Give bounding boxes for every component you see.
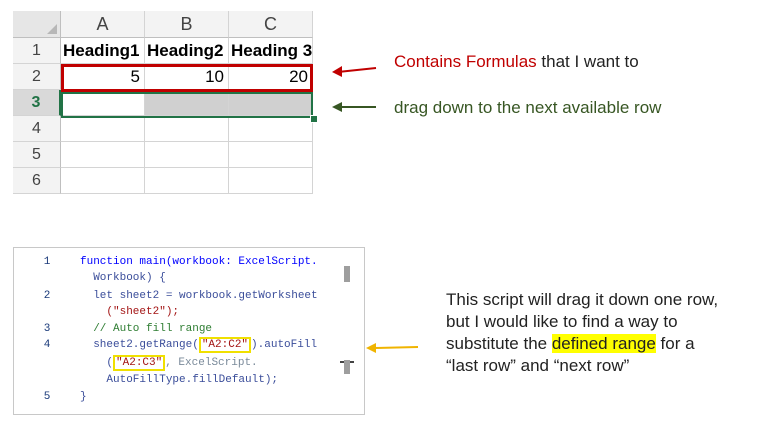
- range-a2c2-highlight: "A2:C2": [198, 337, 252, 353]
- code-text: }: [80, 391, 87, 403]
- line-number: 5: [43, 391, 51, 403]
- cell-a1[interactable]: Heading1: [61, 38, 145, 64]
- green-arrow-icon: [332, 102, 376, 112]
- formulas-note-rest: that I want to: [536, 52, 639, 71]
- explanation-line-2: but I would like to find a way to: [446, 312, 678, 331]
- explanation-line-4: “last row” and “next row”: [446, 356, 630, 375]
- select-all-triangle-icon: [47, 24, 57, 34]
- code-text-part: (: [80, 357, 114, 369]
- cell-a5[interactable]: [61, 142, 145, 168]
- select-all-corner[interactable]: [13, 11, 61, 38]
- row-header-1[interactable]: 1: [13, 38, 61, 64]
- code-text: Workbook) {: [80, 272, 166, 284]
- code-text: AutoFillType.fillDefault);: [80, 374, 279, 386]
- cell-a6[interactable]: [61, 168, 145, 194]
- line-number: 4: [43, 339, 51, 351]
- cell-b6[interactable]: [145, 168, 229, 194]
- cell-b1[interactable]: Heading2: [145, 38, 229, 64]
- code-string: ("sheet2");: [80, 306, 180, 318]
- code-text-content: function main(workbook: ExcelScript.: [80, 256, 318, 268]
- cell-a4[interactable]: [61, 116, 145, 142]
- cell-b4[interactable]: [145, 116, 229, 142]
- cell-c1[interactable]: Heading 3: [229, 38, 313, 64]
- scrollbar-thumb-lower[interactable]: [344, 360, 350, 374]
- script-explanation: This script will drag it down one row, b…: [446, 289, 718, 377]
- row-header-3[interactable]: 3: [13, 90, 61, 116]
- formulas-note: Contains Formulas that I want to: [394, 52, 639, 72]
- column-header-b[interactable]: B: [145, 11, 229, 38]
- explanation-line-1: This script will drag it down one row,: [446, 290, 719, 309]
- cell-c6[interactable]: [229, 168, 313, 194]
- orange-arrow-icon: [366, 343, 419, 353]
- code-editor[interactable]: 1 function main(workbook: ExcelScript. Wo…: [13, 247, 365, 415]
- formulas-note-red: Contains Formulas: [394, 52, 537, 71]
- explanation-line-3-pre: substitute the: [446, 334, 552, 353]
- cell-c5[interactable]: [229, 142, 313, 168]
- code-text-part: sheet2.getRange(: [80, 339, 199, 351]
- code-text: // Auto fill range: [80, 321, 212, 337]
- row-header-6[interactable]: 6: [13, 168, 61, 194]
- code-text: ("A2:C3", ExcelScript.: [80, 355, 258, 371]
- column-header-a[interactable]: A: [61, 11, 145, 38]
- formula-row-highlight: [61, 64, 313, 92]
- code-text: ("sheet2");: [80, 304, 179, 320]
- red-arrow-icon: [332, 66, 377, 77]
- row-header-5[interactable]: 5: [13, 142, 61, 168]
- code-text-part: ).autoFill: [251, 339, 318, 351]
- line-number: 3: [43, 323, 51, 335]
- code-comment: // Auto fill range: [80, 323, 213, 335]
- code-text: let sheet2 = workbook.getWorksheet: [80, 290, 318, 302]
- selected-range-border: [61, 92, 313, 118]
- code-text-part: , ExcelScript.: [165, 357, 258, 369]
- line-number: 1: [43, 256, 51, 268]
- cell-b5[interactable]: [145, 142, 229, 168]
- range-a2c3-highlight: "A2:C3": [113, 355, 166, 371]
- code-text: function main(workbook: ExcelScript.: [80, 254, 318, 270]
- scrollbar-thumb[interactable]: [344, 266, 350, 282]
- row-header-4[interactable]: 4: [13, 116, 61, 142]
- cell-c4[interactable]: [229, 116, 313, 142]
- drag-down-note: drag down to the next available row: [394, 98, 662, 117]
- line-number: 2: [43, 290, 51, 302]
- fill-handle[interactable]: [310, 115, 318, 123]
- explanation-line-3: substitute the defined range for a: [446, 333, 718, 355]
- explanation-line-3-post: for a: [655, 334, 695, 353]
- defined-range-highlight: defined range: [551, 334, 656, 353]
- row-header-2[interactable]: 2: [13, 64, 61, 90]
- column-header-c[interactable]: C: [229, 11, 313, 38]
- code-text: sheet2.getRange("A2:C2").autoFill: [80, 337, 317, 353]
